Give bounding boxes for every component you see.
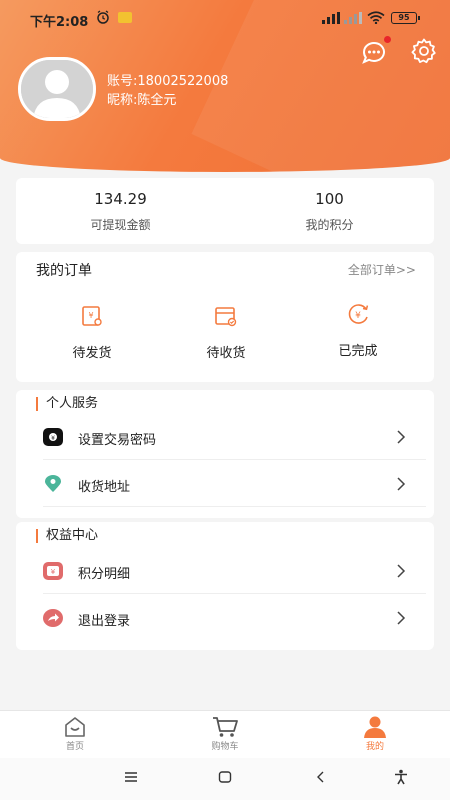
my-points[interactable]: 100 我的积分 <box>225 190 434 233</box>
points-detail-label: 积分明细 <box>78 567 131 582</box>
withdrawable-label: 可提现金额 <box>90 218 151 232</box>
pending-receipt-label: 待收货 <box>206 346 246 361</box>
account-number: 账号:18002522008 <box>107 74 229 89</box>
completed-icon: ¥ <box>348 304 369 324</box>
chevron-right-icon <box>397 611 406 625</box>
notification-app-icon <box>118 12 132 23</box>
personal-service-title: 个人服务 <box>36 397 98 411</box>
nickname: 昵称:陈全元 <box>107 93 177 108</box>
tab-mine-label: 我的 <box>365 742 384 752</box>
completed-label: 已完成 <box>338 344 378 359</box>
balance-card: 134.29 可提现金额 100 我的积分 <box>16 178 434 244</box>
avatar[interactable] <box>18 57 96 121</box>
tab-home-label: 首页 <box>65 742 84 752</box>
shipping-address-label: 收货地址 <box>78 480 131 495</box>
points-value: 100 <box>315 190 344 208</box>
password-icon: ¥ <box>43 428 63 446</box>
my-orders-card: 我的订单 全部订单>> ¥ 待发货 待收货 ¥ 已完成 <box>16 252 434 382</box>
bottom-tab-bar: 首页 购物车 我的 <box>0 710 450 758</box>
tab-cart[interactable]: 购物车 <box>175 716 275 752</box>
wifi-icon <box>367 11 385 24</box>
svg-text:¥: ¥ <box>51 435 55 442</box>
avatar-placeholder-icon <box>21 60 93 118</box>
battery-indicator: 95 <box>391 12 420 24</box>
logout-row[interactable]: 退出登录 <box>43 595 426 641</box>
home-icon <box>65 717 85 737</box>
logout-icon <box>43 609 63 627</box>
accessibility-icon[interactable] <box>393 769 409 785</box>
points-detail-row[interactable]: ¥ 积分明细 <box>43 548 426 594</box>
signal-icon <box>322 12 340 24</box>
pending-shipment-label: 待发货 <box>72 346 112 361</box>
back-icon[interactable] <box>314 770 328 784</box>
location-icon <box>45 475 61 492</box>
tab-cart-label: 购物车 <box>211 742 239 752</box>
order-pending-receipt[interactable]: 待收货 <box>176 304 276 361</box>
chevron-right-icon <box>397 564 406 578</box>
logout-label: 退出登录 <box>78 614 131 629</box>
profile-header: 下午2:08 95 账号:18002522008 昵称:陈全元 <box>0 0 450 172</box>
svg-text:¥: ¥ <box>355 311 361 321</box>
shipping-address-row[interactable]: 收货地址 <box>43 461 426 507</box>
set-trade-password-label: 设置交易密码 <box>78 433 157 448</box>
user-icon <box>364 716 386 738</box>
order-completed[interactable]: ¥ 已完成 <box>308 302 408 359</box>
withdrawable-value: 134.29 <box>94 190 147 208</box>
personal-service-card: 个人服务 ¥ 设置交易密码 收货地址 <box>16 390 434 518</box>
notification-dot <box>384 36 391 43</box>
cart-icon <box>213 717 238 737</box>
chevron-right-icon <box>397 477 406 491</box>
tab-mine[interactable]: 我的 <box>325 716 425 752</box>
message-icon[interactable] <box>360 38 388 66</box>
svg-text:¥: ¥ <box>88 311 93 320</box>
status-bar: 下午2:08 95 <box>0 0 450 38</box>
signal-weak-icon <box>344 12 362 24</box>
points-icon: ¥ <box>43 562 63 580</box>
home-button-icon[interactable] <box>218 770 232 784</box>
menu-icon[interactable] <box>124 770 138 784</box>
svg-text:¥: ¥ <box>51 568 56 576</box>
alarm-icon <box>97 10 109 24</box>
withdrawable-amount[interactable]: 134.29 可提现金额 <box>16 190 225 233</box>
gear-icon[interactable] <box>410 37 438 65</box>
rights-center-title: 权益中心 <box>36 529 98 543</box>
user-info: 账号:18002522008 昵称:陈全元 <box>107 72 228 110</box>
orders-title: 我的订单 <box>36 263 92 279</box>
tab-home[interactable]: 首页 <box>25 716 125 752</box>
chevron-right-icon <box>397 430 406 444</box>
all-orders-link[interactable]: 全部订单>> <box>348 261 416 278</box>
status-time: 下午2:08 <box>30 15 89 30</box>
pending-receipt-icon <box>215 307 237 327</box>
system-nav-bar <box>0 758 450 800</box>
rights-center-card: 权益中心 ¥ 积分明细 退出登录 <box>16 522 434 650</box>
points-label: 我的积分 <box>305 218 354 232</box>
order-pending-shipment[interactable]: ¥ 待发货 <box>42 304 142 361</box>
set-trade-password-row[interactable]: ¥ 设置交易密码 <box>43 414 426 460</box>
pending-shipment-icon: ¥ <box>82 306 102 326</box>
